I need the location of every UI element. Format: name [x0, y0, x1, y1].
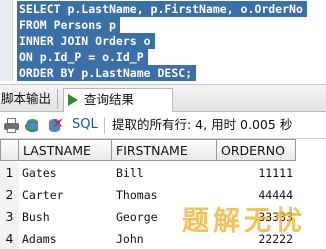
- cell-firstname[interactable]: Bill: [116, 162, 144, 184]
- print-icon[interactable]: [4, 118, 19, 133]
- cell-firstname[interactable]: Thomas: [116, 184, 158, 206]
- toolbar-divider: [104, 117, 105, 134]
- results-tab-bar: 脚本输出 查询结果: [0, 84, 326, 113]
- sql-line[interactable]: FROM Persons p: [17, 17, 120, 33]
- cell-firstname[interactable]: John: [116, 228, 144, 249]
- sql-line[interactable]: SELECT p.LastName, p.FirstName, o.OrderN…: [17, 1, 307, 17]
- tab-query-result-label: 查询结果: [84, 92, 135, 107]
- tab-script-output[interactable]: 脚本输出: [0, 88, 51, 110]
- grid-corner: [0, 139, 19, 161]
- fetch-status: 提取的所有行: 4, 用时 0.005 秒: [112, 117, 293, 132]
- row-number: 3: [0, 206, 19, 228]
- results-toolbar: ✕ SQL 提取的所有行: 4, 用时 0.005 秒: [0, 112, 326, 139]
- row-number: 4: [0, 228, 19, 249]
- row-number: 2: [0, 184, 19, 206]
- sql-line[interactable]: ON p.Id_P = o.Id_P: [17, 49, 148, 65]
- sql-line[interactable]: INNER JOIN Orders o: [17, 33, 155, 49]
- tab-query-result[interactable]: 查询结果: [63, 88, 173, 113]
- column-header-orderno[interactable]: ORDERNO: [217, 139, 296, 161]
- cell-lastname[interactable]: Carter: [22, 184, 64, 206]
- sql-line[interactable]: ORDER BY p.LastName DESC;: [17, 65, 197, 81]
- tab-divider: [57, 89, 58, 109]
- sql-button[interactable]: SQL: [72, 116, 98, 134]
- cell-firstname[interactable]: George: [116, 206, 158, 228]
- table-row[interactable]: 1 Gates Bill 11111: [0, 162, 326, 184]
- row-number: 1: [0, 162, 19, 184]
- cell-lastname[interactable]: Adams: [22, 228, 57, 249]
- cell-lastname[interactable]: Gates: [22, 162, 57, 184]
- cell-lastname[interactable]: Bush: [22, 206, 50, 228]
- column-header-firstname[interactable]: FIRSTNAME: [112, 139, 217, 161]
- column-header-lastname[interactable]: LASTNAME: [19, 139, 112, 161]
- watermark: 题解无忧: [182, 206, 306, 237]
- delete-icon[interactable]: ✕: [48, 117, 64, 133]
- play-icon: [68, 94, 78, 106]
- editor-gutter: [0, 0, 13, 81]
- cell-orderno[interactable]: 11111: [217, 162, 293, 184]
- refresh-icon[interactable]: [25, 118, 40, 133]
- sql-editor[interactable]: SELECT p.LastName, p.FirstName, o.OrderN…: [0, 0, 326, 81]
